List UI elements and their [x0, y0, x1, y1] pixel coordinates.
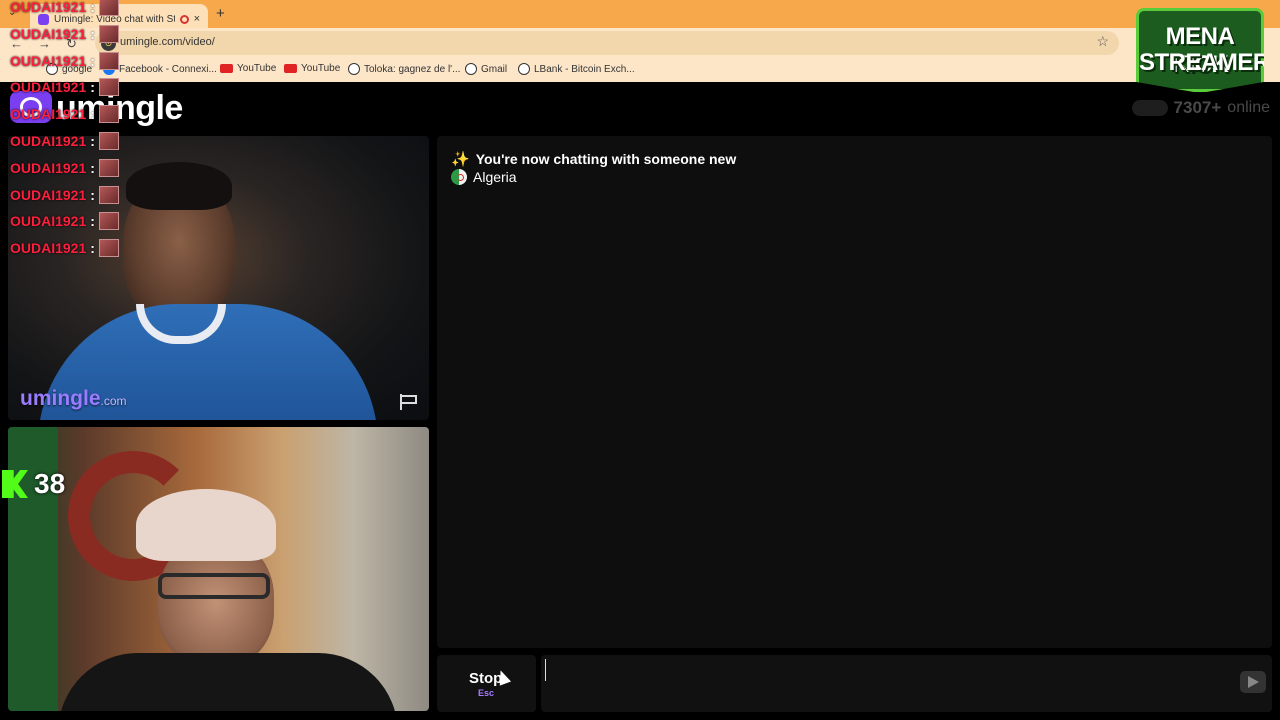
recording-icon [179, 14, 189, 24]
chat-username: OUDAI1921 [10, 106, 87, 123]
chat-emote-icon [98, 185, 119, 204]
chat-username: OUDAI1921 [10, 79, 87, 96]
stream-chat-line: OUDAI1921: [10, 105, 119, 124]
bookmark-toloka[interactable]: Toloka: gagnez de l'... [348, 63, 460, 75]
country-name: Algeria [473, 169, 517, 185]
stream-chat-line: OUDAI1921: [10, 78, 119, 97]
stranger-video: umingle.com [8, 136, 429, 420]
chat-separator: : [90, 159, 95, 176]
system-message-text: You're now chatting with someone new [475, 151, 737, 167]
online-label: online [1227, 99, 1270, 116]
bookmark-youtube-2[interactable]: YouTube [284, 63, 340, 74]
stream-chat-line: OUDAI1921: [10, 212, 119, 231]
bookmarks-bar: google Facebook - Connexi... YouTube You… [0, 58, 1280, 82]
chat-emote-icon [98, 0, 119, 16]
online-count: 7307+ [1173, 98, 1222, 117]
chat-separator: : [90, 0, 95, 15]
stream-chat-line: OUDAI1921: [10, 239, 119, 258]
chat-emote-icon [98, 24, 119, 43]
stream-chat-line: OUDAI1921: [10, 185, 119, 204]
globe-icon [348, 63, 360, 75]
message-composer [541, 655, 1272, 712]
chat-username: OUDAI1921 [10, 159, 87, 176]
kick-logo-icon [2, 470, 28, 498]
chat-separator: : [90, 133, 95, 149]
browser-tab-bar: ⌄ Umingle: Video chat with St × + [0, 0, 1280, 28]
chat-separator: : [90, 213, 95, 230]
kick-viewer-badge: 38 [2, 468, 65, 500]
chat-panel: ✨ You're now chatting with someone new A… [437, 136, 1272, 648]
chat-emote-icon [98, 239, 119, 258]
chat-emote-icon [98, 158, 119, 177]
bookmark-star-icon[interactable]: ☆ [1096, 33, 1109, 50]
chat-separator: : [90, 52, 95, 69]
bookmark-gmail[interactable]: Gmail [465, 63, 507, 75]
stream-chat-line: OUDAI1921: [10, 51, 119, 70]
stranger-country: Algeria [451, 169, 517, 185]
chat-separator: : [90, 106, 95, 123]
kick-viewer-count: 38 [34, 468, 66, 499]
chat-emote-icon [98, 132, 119, 150]
stop-shortcut-hint: Esc [478, 688, 495, 698]
globe-icon [518, 63, 530, 75]
chat-emote-icon [98, 212, 119, 231]
chat-username: OUDAI1921 [10, 133, 87, 149]
online-toggle[interactable] [1131, 100, 1168, 116]
online-counter: 7307+ online [1131, 98, 1270, 118]
chat-username: OUDAI1921 [10, 52, 87, 69]
send-icon[interactable] [1240, 671, 1266, 693]
chat-emote-icon [98, 51, 119, 70]
channel-logo-line2: STREAMERS [1139, 49, 1280, 76]
bookmark-lbank[interactable]: LBank - Bitcoin Exch... [518, 63, 635, 75]
chat-username: OUDAI1921 [10, 25, 87, 42]
youtube-icon [220, 64, 233, 73]
algeria-flag-icon [451, 169, 467, 185]
system-message: ✨ You're now chatting with someone new [451, 150, 736, 168]
stream-chat-line: OUDAI1921: [10, 24, 119, 43]
chat-separator: : [90, 25, 95, 42]
globe-icon [465, 63, 477, 75]
umingle-watermark: umingle.com [20, 387, 127, 410]
new-tab-button[interactable]: + [216, 5, 225, 22]
chat-emote-icon [98, 105, 119, 124]
chat-separator: : [90, 240, 95, 257]
stream-chat-line: OUDAI1921: [10, 158, 119, 177]
stream-chat-line: OUDAI1921: [10, 132, 119, 150]
stop-button[interactable]: Stop Esc [437, 655, 536, 712]
chat-username: OUDAI1921 [10, 186, 87, 203]
bookmark-facebook[interactable]: Facebook - Connexi... [103, 63, 217, 75]
app-header: umingle 7307+ online [0, 82, 1280, 134]
address-url[interactable]: umingle.com/video/ [120, 36, 215, 48]
tab-close-icon[interactable]: × [194, 13, 200, 25]
sparkle-icon: ✨ [451, 151, 470, 168]
chat-emote-icon [98, 78, 119, 97]
chat-separator: : [90, 79, 95, 96]
chat-username: OUDAI1921 [10, 0, 87, 15]
address-bar[interactable]: ⊙ umingle.com/video/ ☆ [95, 31, 1119, 55]
screen: ⌄ Umingle: Video chat with St × + ← → ↻ … [0, 0, 1280, 720]
report-flag-icon[interactable] [399, 394, 419, 410]
stream-chat-line: OUDAI1921: [10, 0, 119, 16]
chat-username: OUDAI1921 [10, 213, 87, 230]
self-video [8, 427, 429, 711]
message-input[interactable] [545, 659, 1225, 681]
bookmark-youtube-1[interactable]: YouTube [220, 63, 276, 74]
chat-username: OUDAI1921 [10, 240, 87, 257]
chat-separator: : [90, 186, 95, 203]
channel-logo: MENA KICK STREAMERS [1136, 8, 1264, 92]
youtube-icon [284, 64, 297, 73]
browser-toolbar: ← → ↻ ⊙ umingle.com/video/ ☆ [0, 28, 1280, 58]
